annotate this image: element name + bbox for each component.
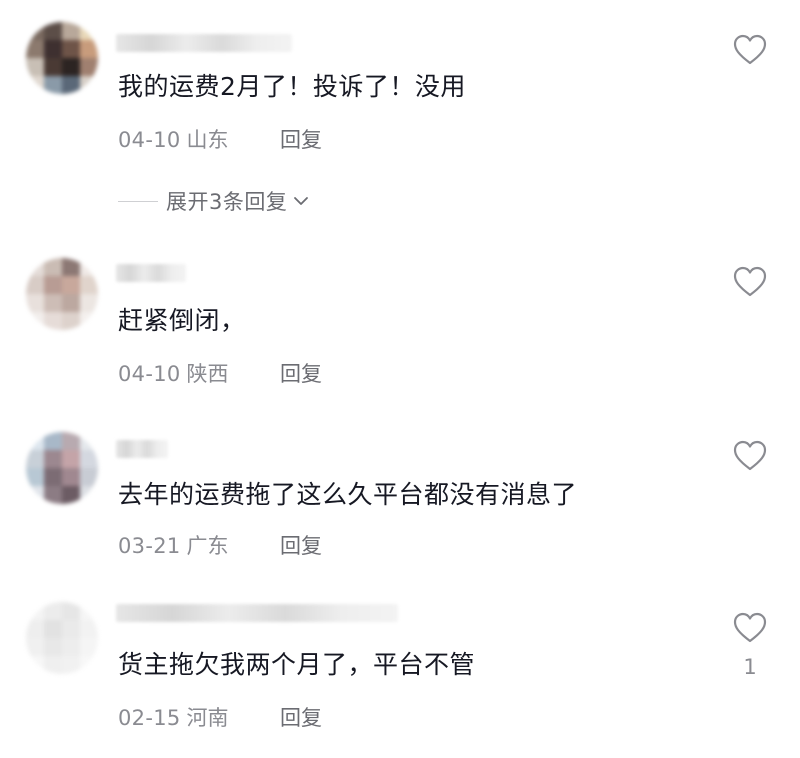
- comment-item: 去年的运费拖了这么久平台都没有消息了 03-21 广东 回复: [0, 406, 800, 582]
- comment-meta: 04-10 陕西: [118, 360, 229, 388]
- username[interactable]: [116, 34, 292, 52]
- username[interactable]: [116, 604, 398, 622]
- like-button[interactable]: [728, 32, 772, 68]
- like-button[interactable]: [728, 438, 772, 474]
- like-count: 1: [743, 655, 757, 679]
- comment-text: 去年的运费拖了这么久平台都没有消息了: [118, 480, 578, 509]
- comment-location: 广东: [186, 534, 229, 558]
- avatar[interactable]: [26, 258, 98, 330]
- comment-meta: 04-10 山东: [118, 126, 229, 154]
- expand-replies-label: 展开3条回复: [166, 190, 288, 214]
- comment-item: 赶紧倒闭， 04-10 陕西 回复: [0, 230, 800, 406]
- comment-location: 陕西: [186, 362, 229, 386]
- username[interactable]: [116, 440, 168, 458]
- like-button[interactable]: [728, 264, 772, 300]
- heart-outline-icon: [733, 266, 767, 297]
- comment-item: 货主拖欠我两个月了，平台不管 02-15 河南 回复 1: [0, 582, 800, 758]
- comment-date: 04-10: [118, 128, 181, 152]
- comment-text: 赶紧倒闭，: [118, 306, 246, 335]
- comment-text: 我的运费2月了！投诉了！没用: [118, 72, 466, 101]
- comment-date: 04-10: [118, 362, 181, 386]
- comment-item: 我的运费2月了！投诉了！没用 04-10 山东 回复 展开3条回复: [0, 0, 800, 230]
- reply-button[interactable]: 回复: [280, 704, 322, 732]
- heart-outline-icon: [733, 34, 767, 65]
- avatar[interactable]: [26, 22, 98, 94]
- heart-outline-icon: [733, 440, 767, 471]
- expand-replies[interactable]: 展开3条回复: [118, 186, 309, 216]
- reply-button[interactable]: 回复: [280, 360, 322, 388]
- comment-text: 货主拖欠我两个月了，平台不管: [118, 650, 476, 679]
- chevron-down-icon: [294, 197, 309, 205]
- like-button[interactable]: [728, 610, 772, 646]
- comment-location: 河南: [186, 706, 229, 730]
- comment-date: 02-15: [118, 706, 181, 730]
- comment-location: 山东: [186, 128, 229, 152]
- comment-date: 03-21: [118, 534, 181, 558]
- reply-button[interactable]: 回复: [280, 126, 322, 154]
- reply-button[interactable]: 回复: [280, 532, 322, 560]
- username[interactable]: [116, 264, 186, 282]
- comment-meta: 02-15 河南: [118, 704, 229, 732]
- avatar[interactable]: [26, 602, 98, 674]
- heart-outline-icon: [733, 612, 767, 643]
- divider-line: [118, 200, 158, 202]
- comment-meta: 03-21 广东: [118, 532, 229, 560]
- avatar[interactable]: [26, 432, 98, 504]
